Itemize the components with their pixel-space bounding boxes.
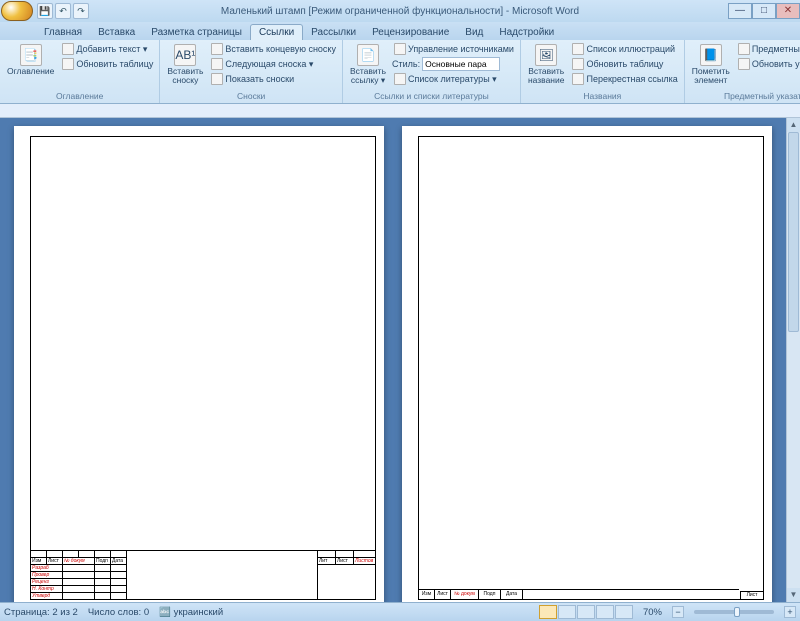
ribbon-item-icon-0-0 bbox=[62, 43, 74, 55]
scroll-down-icon[interactable]: ▼ bbox=[787, 588, 800, 602]
window-title: Маленький штамп [Режим ограниченной функ… bbox=[221, 6, 579, 17]
view-draft[interactable] bbox=[615, 605, 633, 619]
maximize-button[interactable]: □ bbox=[752, 3, 776, 19]
ribbon-item-icon-4-1 bbox=[738, 58, 750, 70]
ribbon-group-label-2: Ссылки и списки литературы bbox=[347, 90, 516, 101]
scroll-thumb[interactable] bbox=[788, 132, 799, 332]
office-button[interactable] bbox=[1, 1, 33, 21]
ribbon-group-2: 📄Вставить ссылку ▾Управление источниками… bbox=[343, 40, 521, 103]
ribbon-big-4[interactable]: 📘Пометить элемент bbox=[689, 42, 733, 87]
zoom-out-button[interactable]: − bbox=[672, 606, 684, 618]
ribbon-big-0[interactable]: 📑Оглавление bbox=[4, 42, 57, 78]
ribbon-group-label-0: Оглавление bbox=[4, 90, 155, 101]
view-outline[interactable] bbox=[596, 605, 614, 619]
tab-6[interactable]: Вид bbox=[457, 25, 491, 40]
ribbon-item-icon-2-0 bbox=[394, 43, 406, 55]
close-button[interactable]: ✕ bbox=[776, 3, 800, 19]
ribbon-item-2-0[interactable]: Управление источниками bbox=[392, 42, 516, 56]
ribbon-big-label-3: Вставить название bbox=[528, 67, 565, 85]
ribbon-item-icon-3-0 bbox=[572, 43, 584, 55]
ruler bbox=[0, 104, 800, 118]
ribbon-big-label-0: Оглавление bbox=[7, 67, 54, 76]
ribbon-big-1[interactable]: AB¹Вставить сноску bbox=[164, 42, 206, 87]
page-2[interactable]: Лист ИзмЛист№ докумПодпДата bbox=[402, 126, 772, 602]
ribbon-big-3[interactable]: 🖼Вставить название bbox=[525, 42, 568, 87]
ribbon-big-icon-4: 📘 bbox=[700, 44, 722, 66]
ribbon-group-label-4: Предметный указатель bbox=[689, 90, 800, 101]
vertical-scrollbar[interactable]: ▲ ▼ bbox=[786, 118, 800, 602]
tab-4[interactable]: Рассылки bbox=[303, 25, 364, 40]
style-label: Стиль: bbox=[392, 59, 420, 69]
status-words[interactable]: Число слов: 0 bbox=[88, 607, 149, 618]
tab-0[interactable]: Главная bbox=[36, 25, 90, 40]
ribbon-big-icon-3: 🖼 bbox=[535, 44, 557, 66]
ribbon-item-2-2[interactable]: Список литературы ▾ bbox=[392, 72, 516, 86]
ribbon-item-3-0[interactable]: Список иллюстраций bbox=[570, 42, 679, 56]
qat-save-icon[interactable]: 💾 bbox=[37, 3, 53, 19]
status-bar: Страница: 2 из 2 Число слов: 0 🔤 украинс… bbox=[0, 602, 800, 621]
ribbon-item-icon-0-1 bbox=[62, 58, 74, 70]
ribbon-item-icon-3-1 bbox=[572, 58, 584, 70]
zoom-in-button[interactable]: + bbox=[784, 606, 796, 618]
ribbon-group-0: 📑ОглавлениеДобавить текст ▾Обновить табл… bbox=[0, 40, 160, 103]
ribbon-big-label-1: Вставить сноску bbox=[167, 67, 203, 85]
ribbon-group-label-1: Сноски bbox=[164, 90, 338, 101]
ribbon-item-icon-3-2 bbox=[572, 73, 584, 85]
ribbon-item-3-2[interactable]: Перекрестная ссылка bbox=[570, 72, 679, 86]
tab-1[interactable]: Вставка bbox=[90, 25, 143, 40]
ribbon-item-1-2[interactable]: Показать сноски bbox=[209, 72, 338, 86]
ribbon-group-label-3: Названия bbox=[525, 90, 680, 101]
ribbon-big-icon-2: 📄 bbox=[357, 44, 379, 66]
ribbon-tabs: ГлавнаяВставкаРазметка страницыСсылкиРас… bbox=[0, 22, 800, 40]
view-print-layout[interactable] bbox=[539, 605, 557, 619]
document-area: ИзмЛист№ докумПодпДатаЛитЛистЛистовРазра… bbox=[0, 118, 800, 602]
view-full-screen[interactable] bbox=[558, 605, 576, 619]
ribbon-big-icon-0: 📑 bbox=[20, 44, 42, 66]
stamp2-cell-4: Дата bbox=[501, 590, 523, 599]
stamp2-cell-1: Лист bbox=[435, 590, 451, 599]
tab-7[interactable]: Надстройки bbox=[491, 25, 562, 40]
ribbon-item-3-1[interactable]: Обновить таблицу bbox=[570, 57, 679, 71]
view-buttons bbox=[539, 605, 633, 619]
page-1[interactable]: ИзмЛист№ докумПодпДатаЛитЛистЛистовРазра… bbox=[14, 126, 384, 602]
stamp2-cell-2: № докум bbox=[451, 590, 479, 599]
stamp2-cell-3: Подп bbox=[479, 590, 501, 599]
qat-undo-icon[interactable]: ↶ bbox=[55, 3, 71, 19]
zoom-slider[interactable] bbox=[694, 610, 774, 614]
minimize-button[interactable]: — bbox=[728, 3, 752, 19]
ribbon-big-label-2: Вставить ссылку ▾ bbox=[350, 67, 386, 85]
ribbon-item-0-1[interactable]: Обновить таблицу bbox=[60, 57, 155, 71]
ribbon-group-4: 📘Пометить элементПредметный указательОбн… bbox=[685, 40, 800, 103]
ribbon-big-label-4: Пометить элемент bbox=[692, 67, 730, 85]
ribbon-item-0-0[interactable]: Добавить текст ▾ bbox=[60, 42, 155, 56]
tab-2[interactable]: Разметка страницы bbox=[143, 25, 250, 40]
ribbon-item-4-0[interactable]: Предметный указатель bbox=[736, 42, 800, 56]
zoom-value[interactable]: 70% bbox=[643, 607, 662, 618]
ribbon-item-1-1[interactable]: Следующая сноска ▾ bbox=[209, 57, 338, 71]
view-web[interactable] bbox=[577, 605, 595, 619]
ribbon-big-2[interactable]: 📄Вставить ссылку ▾ bbox=[347, 42, 389, 87]
ribbon-item-1-0[interactable]: Вставить концевую сноску bbox=[209, 42, 338, 56]
stamp2-cell-0: Изм bbox=[419, 590, 435, 599]
stamp2-mini: Лист bbox=[740, 591, 764, 600]
ribbon-item-4-1[interactable]: Обновить указатель bbox=[736, 57, 800, 71]
qat-redo-icon[interactable]: ↷ bbox=[73, 3, 89, 19]
ribbon-big-icon-1: AB¹ bbox=[174, 44, 196, 66]
ribbon-group-3: 🖼Вставить названиеСписок иллюстрацийОбно… bbox=[521, 40, 685, 103]
style-select[interactable] bbox=[422, 57, 500, 71]
tab-5[interactable]: Рецензирование bbox=[364, 25, 457, 40]
status-page[interactable]: Страница: 2 из 2 bbox=[4, 607, 78, 618]
tab-3[interactable]: Ссылки bbox=[250, 24, 303, 40]
ribbon-item-icon-2-2 bbox=[394, 73, 406, 85]
ribbon-item-icon-1-0 bbox=[211, 43, 223, 55]
ribbon-item-icon-4-0 bbox=[738, 43, 750, 55]
ribbon-item-icon-1-2 bbox=[211, 73, 223, 85]
ribbon: 📑ОглавлениеДобавить текст ▾Обновить табл… bbox=[0, 40, 800, 104]
ribbon-group-1: AB¹Вставить сноскуВставить концевую снос… bbox=[160, 40, 343, 103]
ribbon-item-icon-1-1 bbox=[211, 58, 223, 70]
status-lang[interactable]: 🔤 украинский bbox=[159, 607, 223, 618]
scroll-up-icon[interactable]: ▲ bbox=[787, 118, 800, 132]
